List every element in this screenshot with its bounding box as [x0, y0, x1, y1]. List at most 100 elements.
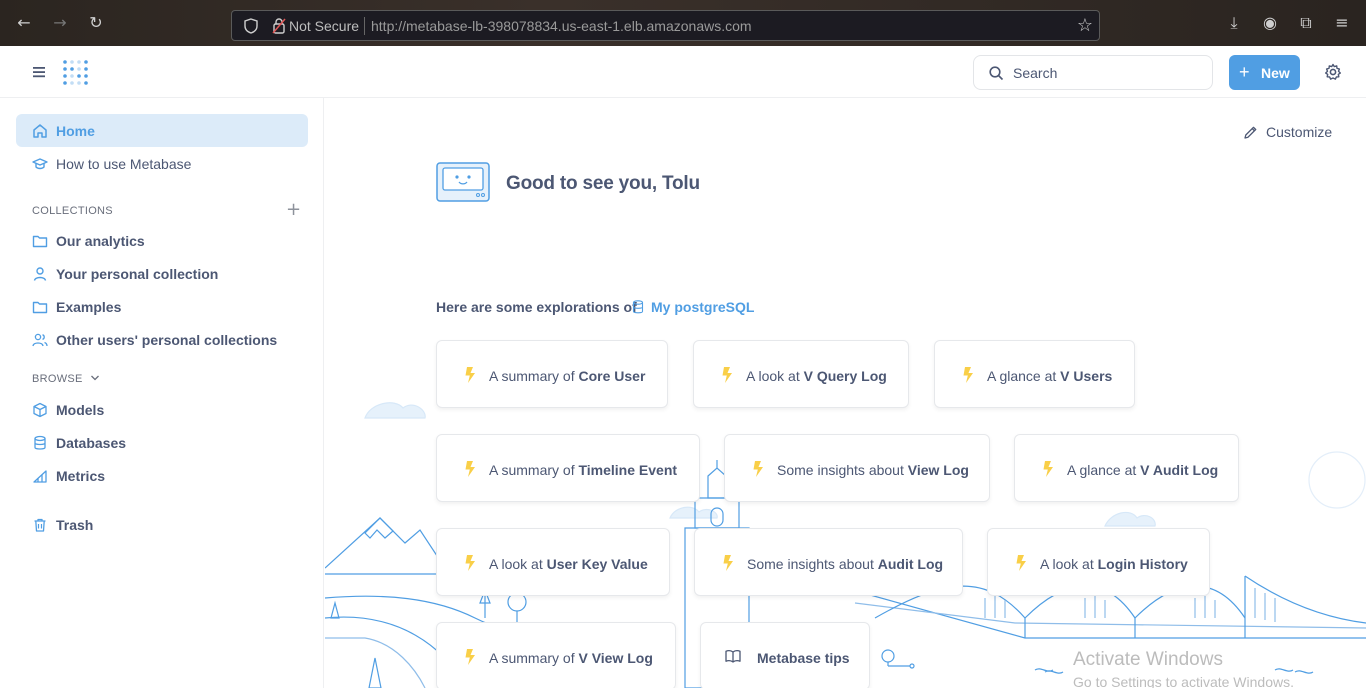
card-subject: V Query Log — [803, 368, 887, 384]
back-icon[interactable]: ← — [15, 14, 33, 32]
metric-icon — [33, 470, 47, 483]
browser-toolbar: ← → ↻ Not Secure http://metabase-lb-3980… — [0, 0, 1366, 46]
bolt-icon — [465, 555, 475, 571]
card-prefix: Some insights about — [777, 462, 904, 478]
card-prefix: Some insights about — [747, 556, 874, 572]
plus-icon: + — [1239, 62, 1250, 82]
sidebar-item-trash[interactable]: Trash — [16, 508, 308, 541]
metabase-tips-card[interactable]: Metabase tips — [700, 622, 870, 688]
sidebar-item-label: Examples — [56, 299, 122, 315]
download-icon[interactable]: ⤓ — [1224, 13, 1244, 33]
sidebar-item-label: Our analytics — [56, 233, 145, 249]
sidebar-item-personal-collection[interactable]: Your personal collection — [16, 257, 308, 290]
shield-icon[interactable] — [244, 18, 258, 34]
metabase-logo-icon[interactable] — [62, 59, 88, 85]
card-subject: Login History — [1097, 556, 1188, 572]
sidebar-item-label: Home — [56, 123, 95, 139]
lock-warning-icon[interactable] — [272, 17, 286, 35]
not-secure-label[interactable]: Not Secure — [289, 18, 359, 34]
home-icon — [33, 124, 47, 138]
new-button-label: New — [1261, 65, 1290, 81]
sidebar-item-our-analytics[interactable]: Our analytics — [16, 224, 308, 257]
card-prefix: A look at — [489, 556, 543, 572]
card-prefix: A glance at — [1067, 462, 1137, 478]
xray-card[interactable]: Some insights about View Log — [724, 434, 990, 502]
bolt-icon — [1016, 555, 1026, 571]
card-prefix: A look at — [1040, 556, 1094, 572]
sidebar-item-how-to-use[interactable]: How to use Metabase — [16, 147, 308, 180]
card-subject: Core User — [578, 368, 646, 384]
activate-windows-title: Activate Windows — [1073, 649, 1223, 670]
xray-card[interactable]: A summary of Timeline Event — [436, 434, 700, 502]
account-icon[interactable]: ◉ — [1260, 13, 1280, 33]
card-subject: User Key Value — [546, 556, 648, 572]
database-icon — [632, 300, 644, 314]
card-prefix: A summary of — [489, 650, 575, 666]
browse-heading[interactable]: BROWSE — [32, 373, 100, 385]
card-subject: Audit Log — [877, 556, 944, 572]
sidebar: Home How to use Metabase COLLECTIONS + O… — [0, 98, 324, 688]
bookmark-star-icon[interactable]: ☆ — [1077, 15, 1093, 36]
sidebar-item-label: Your personal collection — [56, 266, 219, 282]
activate-windows-subtitle: Go to Settings to activate Windows. — [1073, 674, 1294, 688]
sidebar-item-metrics[interactable]: Metrics — [16, 459, 308, 492]
card-prefix: A summary of — [489, 462, 575, 478]
sidebar-item-examples[interactable]: Examples — [16, 290, 308, 323]
group-icon — [32, 333, 48, 347]
search-input[interactable]: Search — [973, 55, 1213, 90]
pencil-icon — [1244, 126, 1257, 139]
tips-label: Metabase tips — [757, 650, 850, 666]
card-subject: View Log — [907, 462, 969, 478]
menu-icon[interactable]: ≡ — [1332, 13, 1352, 33]
collections-heading: COLLECTIONS — [32, 205, 113, 217]
sidebar-item-home[interactable]: Home — [16, 114, 308, 147]
app-header: Search + New — [0, 46, 1366, 98]
reload-icon[interactable]: ↻ — [87, 14, 105, 32]
greeting: Good to see you, Tolu — [506, 173, 700, 194]
gear-icon[interactable] — [1324, 63, 1342, 81]
url-text[interactable]: http://metabase-lb-398078834.us-east-1.e… — [371, 18, 752, 34]
sidebar-item-label: Databases — [56, 435, 127, 451]
card-subject: V Audit Log — [1140, 462, 1219, 478]
xray-card[interactable]: A summary of V View Log — [436, 622, 676, 688]
person-icon — [33, 267, 47, 281]
url-separator — [364, 17, 365, 35]
xray-card[interactable]: A summary of Core User — [436, 340, 668, 408]
sidebar-item-label: Other users' personal collections — [56, 332, 278, 348]
cube-icon — [33, 402, 47, 418]
chevron-down-icon — [91, 375, 100, 381]
sidebar-item-label: Models — [56, 402, 105, 418]
card-prefix: A summary of — [489, 368, 575, 384]
search-placeholder: Search — [1013, 65, 1058, 81]
forward-icon[interactable]: → — [51, 14, 69, 32]
card-prefix: A look at — [746, 368, 800, 384]
metabot-icon — [436, 162, 490, 202]
bolt-icon — [1043, 461, 1053, 477]
address-bar[interactable]: Not Secure http://metabase-lb-398078834.… — [231, 10, 1100, 41]
add-collection-icon[interactable]: + — [286, 199, 301, 220]
bolt-icon — [465, 367, 475, 383]
extensions-icon[interactable]: ⧉ — [1296, 13, 1316, 33]
xray-card[interactable]: A glance at V Audit Log — [1014, 434, 1239, 502]
sidebar-toggle-icon[interactable] — [30, 63, 48, 81]
card-subject: V View Log — [578, 650, 653, 666]
sidebar-item-label: How to use Metabase — [56, 156, 192, 172]
xray-card[interactable]: A look at User Key Value — [436, 528, 670, 596]
xray-card[interactable]: A look at V Query Log — [693, 340, 909, 408]
sidebar-item-models[interactable]: Models — [16, 393, 308, 426]
bolt-icon — [723, 555, 733, 571]
book-icon — [725, 650, 741, 663]
sidebar-item-other-users[interactable]: Other users' personal collections — [16, 323, 308, 356]
new-button[interactable]: + New — [1229, 55, 1300, 90]
search-icon — [989, 66, 1004, 81]
bolt-icon — [753, 461, 763, 477]
xray-card[interactable]: Some insights about Audit Log — [694, 528, 963, 596]
sidebar-item-databases[interactable]: Databases — [16, 426, 308, 459]
browse-heading-label: BROWSE — [32, 373, 83, 385]
xray-card[interactable]: A look at Login History — [987, 528, 1210, 596]
bolt-icon — [465, 649, 475, 665]
graduation-cap-icon — [32, 158, 48, 170]
bolt-icon — [722, 367, 732, 383]
database-icon — [34, 435, 46, 450]
xray-card[interactable]: A glance at V Users — [934, 340, 1135, 408]
